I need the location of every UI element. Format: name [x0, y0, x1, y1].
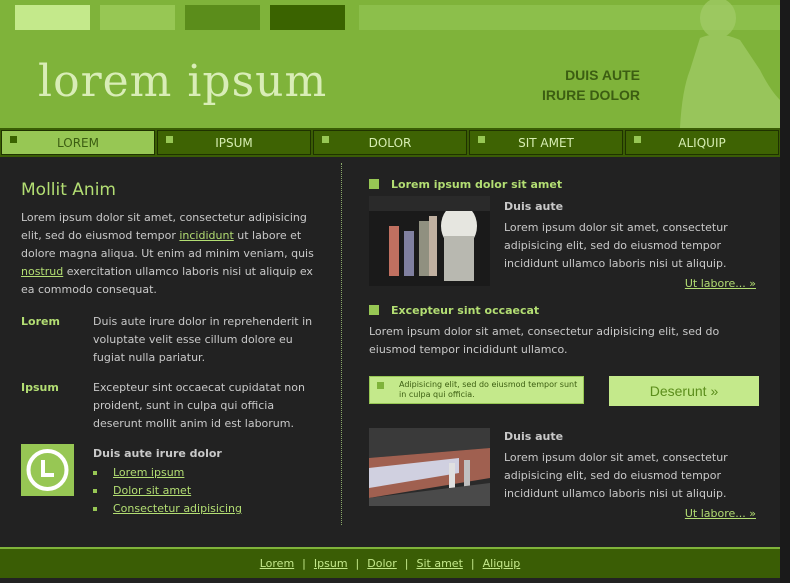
tagline-line2: IRURE DOLOR — [542, 87, 640, 103]
list-item: Lorem ipsum — [93, 464, 323, 482]
column-divider — [341, 163, 342, 525]
bullet-icon — [93, 471, 97, 475]
deserunt-button[interactable]: Deserunt » — [609, 376, 759, 406]
read-more-link[interactable]: Ut labore... » — [685, 277, 756, 290]
nav-item-label: DOLOR — [368, 136, 412, 150]
link-lorem-ipsum[interactable]: Lorem ipsum — [113, 466, 184, 479]
site-logo[interactable]: lorem ipsum — [38, 60, 327, 104]
list-item: Consectetur adipisicing — [93, 500, 323, 518]
links-list: Lorem ipsum Dolor sit amet Consectetur a… — [93, 464, 323, 518]
article-body: Lorem ipsum dolor sit amet, consectetur … — [504, 221, 728, 270]
section-heading-text: Lorem ipsum dolor sit amet — [391, 178, 563, 191]
nav-square-icon — [478, 136, 485, 143]
left-title: Mollit Anim — [21, 180, 116, 200]
nav-item-aliquip[interactable]: ALIQUIP — [625, 130, 779, 155]
header-tagline: DUIS AUTE IRURE DOLOR — [542, 65, 640, 105]
intro-link-incididunt[interactable]: incididunt — [179, 229, 233, 242]
color-swatch-darker — [270, 5, 345, 30]
definition-term: Lorem — [21, 315, 60, 328]
section-heading: Excepteur sint occaecat — [369, 303, 539, 319]
intro-link-nostrud[interactable]: nostrud — [21, 265, 63, 278]
definition-row: Ipsum Excepteur sint occaecat cupidatat … — [21, 379, 321, 433]
nav-item-label: IPSUM — [215, 136, 253, 150]
section-heading-text: Excepteur sint occaecat — [391, 304, 540, 317]
nav-item-label: SIT AMET — [518, 136, 574, 150]
definition-description: Excepteur sint occaecat cupidatat non pr… — [93, 381, 305, 430]
footer-separator: | — [302, 557, 306, 570]
clock-icon — [21, 444, 74, 496]
section-heading: Lorem ipsum dolor sit amet — [369, 177, 562, 193]
footer-link-aliquip[interactable]: Aliquip — [483, 557, 521, 570]
color-swatch-mid — [100, 5, 175, 30]
nav-square-icon — [166, 136, 173, 143]
read-more-link[interactable]: Ut labore... » — [685, 507, 756, 520]
footer-separator: | — [404, 557, 409, 570]
header: lorem ipsum DUIS AUTE IRURE DOLOR — [0, 0, 780, 128]
color-swatch-dark — [185, 5, 260, 30]
square-bullet-icon — [369, 179, 379, 189]
nav-square-icon — [634, 136, 641, 143]
footer-separator: | — [470, 557, 475, 570]
nav-item-sit-amet[interactable]: SIT AMET — [469, 130, 623, 155]
nav-item-label: ALIQUIP — [678, 136, 726, 150]
section-body: Lorem ipsum dolor sit amet, consectetur … — [369, 325, 720, 356]
square-bullet-icon — [377, 382, 384, 389]
article-photo-train[interactable] — [369, 428, 490, 506]
definition-description: Duis aute irure dolor in reprehenderit i… — [93, 315, 313, 364]
notice-box: Adipisicing elit, sed do eiusmod tempor … — [369, 376, 584, 404]
bullet-icon — [93, 489, 97, 493]
square-bullet-icon — [369, 305, 379, 315]
definition-term: Ipsum — [21, 381, 59, 394]
footer-separator: | — [355, 557, 360, 570]
footer-link-dolor[interactable]: Dolor — [367, 557, 397, 570]
color-swatch-light — [15, 5, 90, 30]
links-block: Duis aute irure dolor Lorem ipsum Dolor … — [93, 446, 323, 518]
footer-link-lorem[interactable]: Lorem — [260, 557, 294, 570]
links-heading: Duis aute irure dolor — [93, 447, 222, 460]
link-dolor-sit-amet[interactable]: Dolor sit amet — [113, 484, 191, 497]
intro-text-3: exercitation ullamco laboris nisi ut ali… — [21, 265, 313, 296]
link-consectetur-adipisicing[interactable]: Consectetur adipisicing — [113, 502, 242, 515]
bullet-icon — [93, 507, 97, 511]
main-nav: LOREM IPSUM DOLOR SIT AMET ALIQUIP — [0, 128, 780, 159]
nav-item-ipsum[interactable]: IPSUM — [157, 130, 311, 155]
page: lorem ipsum DUIS AUTE IRURE DOLOR LOREM … — [0, 0, 790, 583]
left-column: Mollit Anim Lorem ipsum dolor sit amet, … — [21, 180, 321, 433]
notice-text: Adipisicing elit, sed do eiusmod tempor … — [399, 380, 578, 399]
tagline-line1: DUIS AUTE — [565, 67, 640, 83]
nav-item-dolor[interactable]: DOLOR — [313, 130, 467, 155]
article-title: Duis aute — [504, 430, 564, 443]
article-photo-crowd[interactable] — [369, 196, 490, 286]
article-body: Lorem ipsum dolor sit amet, consectetur … — [504, 451, 728, 500]
footer-nav: Lorem | Ipsum | Dolor | Sit amet | Aliquip — [0, 547, 780, 578]
nav-square-icon — [10, 136, 17, 143]
nav-square-icon — [322, 136, 329, 143]
footer-link-ipsum[interactable]: Ipsum — [314, 557, 348, 570]
intro-paragraph: Lorem ipsum dolor sit amet, consectetur … — [21, 209, 321, 299]
footer-link-sit-amet[interactable]: Sit amet — [417, 557, 463, 570]
person-silhouette-image — [680, 0, 780, 128]
article-title: Duis aute — [504, 200, 564, 213]
definition-row: Lorem Duis aute irure dolor in reprehend… — [21, 313, 321, 367]
list-item: Dolor sit amet — [93, 482, 323, 500]
nav-item-label: LOREM — [57, 136, 99, 150]
nav-item-lorem[interactable]: LOREM — [1, 130, 155, 155]
page-edge — [780, 0, 790, 583]
